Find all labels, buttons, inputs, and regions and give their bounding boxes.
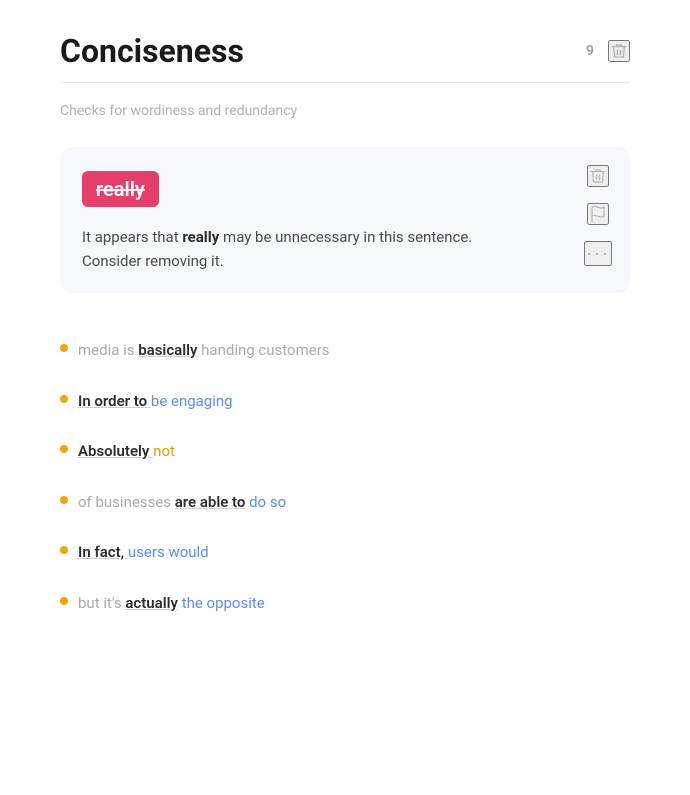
subtitle: Checks for wordiness and redundancy — [60, 103, 630, 119]
trash-icon — [610, 42, 628, 60]
page-title: Conciseness — [60, 32, 244, 70]
list-item: but it's actually the opposite — [60, 578, 630, 629]
header-row: Conciseness 9 — [60, 32, 630, 70]
list-item-text: of businesses are able to do so — [78, 491, 286, 514]
list-bullet — [60, 445, 68, 453]
header-delete-button[interactable] — [608, 40, 630, 62]
card-flag-icon — [589, 205, 607, 223]
list-item-text: media is basically handing customers — [78, 339, 330, 362]
suggestion-text: It appears that really may be unnecessar… — [82, 225, 522, 273]
list-item: In fact, users would — [60, 527, 630, 578]
suggestion-keyword: really — [182, 228, 219, 246]
items-list: media is basically handing customers In … — [60, 325, 630, 628]
list-item-text: In order to be engaging — [78, 390, 233, 413]
list-item-text: In fact, users would — [78, 541, 209, 564]
word-tag: really — [82, 171, 159, 207]
list-bullet — [60, 496, 68, 504]
list-item-text: Absolutely not — [78, 440, 175, 463]
list-item: Absolutely not — [60, 426, 630, 477]
suggestion-text-before: It appears that — [82, 228, 182, 246]
page-container: Conciseness 9 Checks for wordiness and r… — [0, 0, 690, 668]
card-actions: ··· — [584, 165, 612, 266]
list-item-text: but it's actually the opposite — [78, 592, 265, 615]
count-badge: 9 — [586, 43, 594, 59]
card-more-button[interactable]: ··· — [584, 241, 612, 266]
card-delete-button[interactable] — [587, 165, 609, 187]
suggestion-card: ··· really It appears that really may be… — [60, 147, 630, 293]
list-bullet — [60, 344, 68, 352]
list-bullet — [60, 597, 68, 605]
list-bullet — [60, 395, 68, 403]
header-right: 9 — [586, 40, 630, 62]
card-flag-button[interactable] — [587, 203, 609, 225]
header-divider — [60, 82, 630, 83]
more-icon: ··· — [586, 243, 610, 264]
list-bullet — [60, 546, 68, 554]
list-item: of businesses are able to do so — [60, 477, 630, 528]
card-trash-icon — [589, 167, 607, 185]
list-item: media is basically handing customers — [60, 325, 630, 376]
list-item: In order to be engaging — [60, 376, 630, 427]
